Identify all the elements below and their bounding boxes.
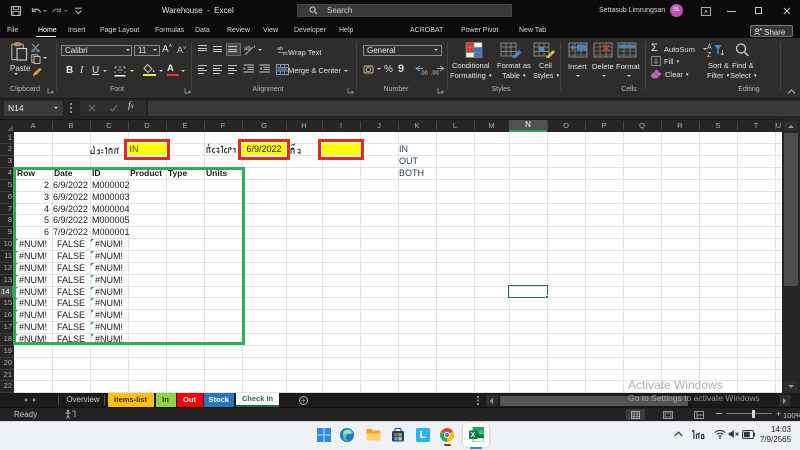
- svg-text:.00: .00: [431, 71, 439, 76]
- svg-text:ab: ab: [277, 46, 283, 52]
- svg-text:Z: Z: [707, 52, 712, 58]
- svg-text:.00: .00: [420, 71, 428, 76]
- svg-text:X: X: [471, 432, 476, 439]
- svg-text:A: A: [707, 44, 712, 51]
- svg-text:ab: ab: [244, 46, 251, 52]
